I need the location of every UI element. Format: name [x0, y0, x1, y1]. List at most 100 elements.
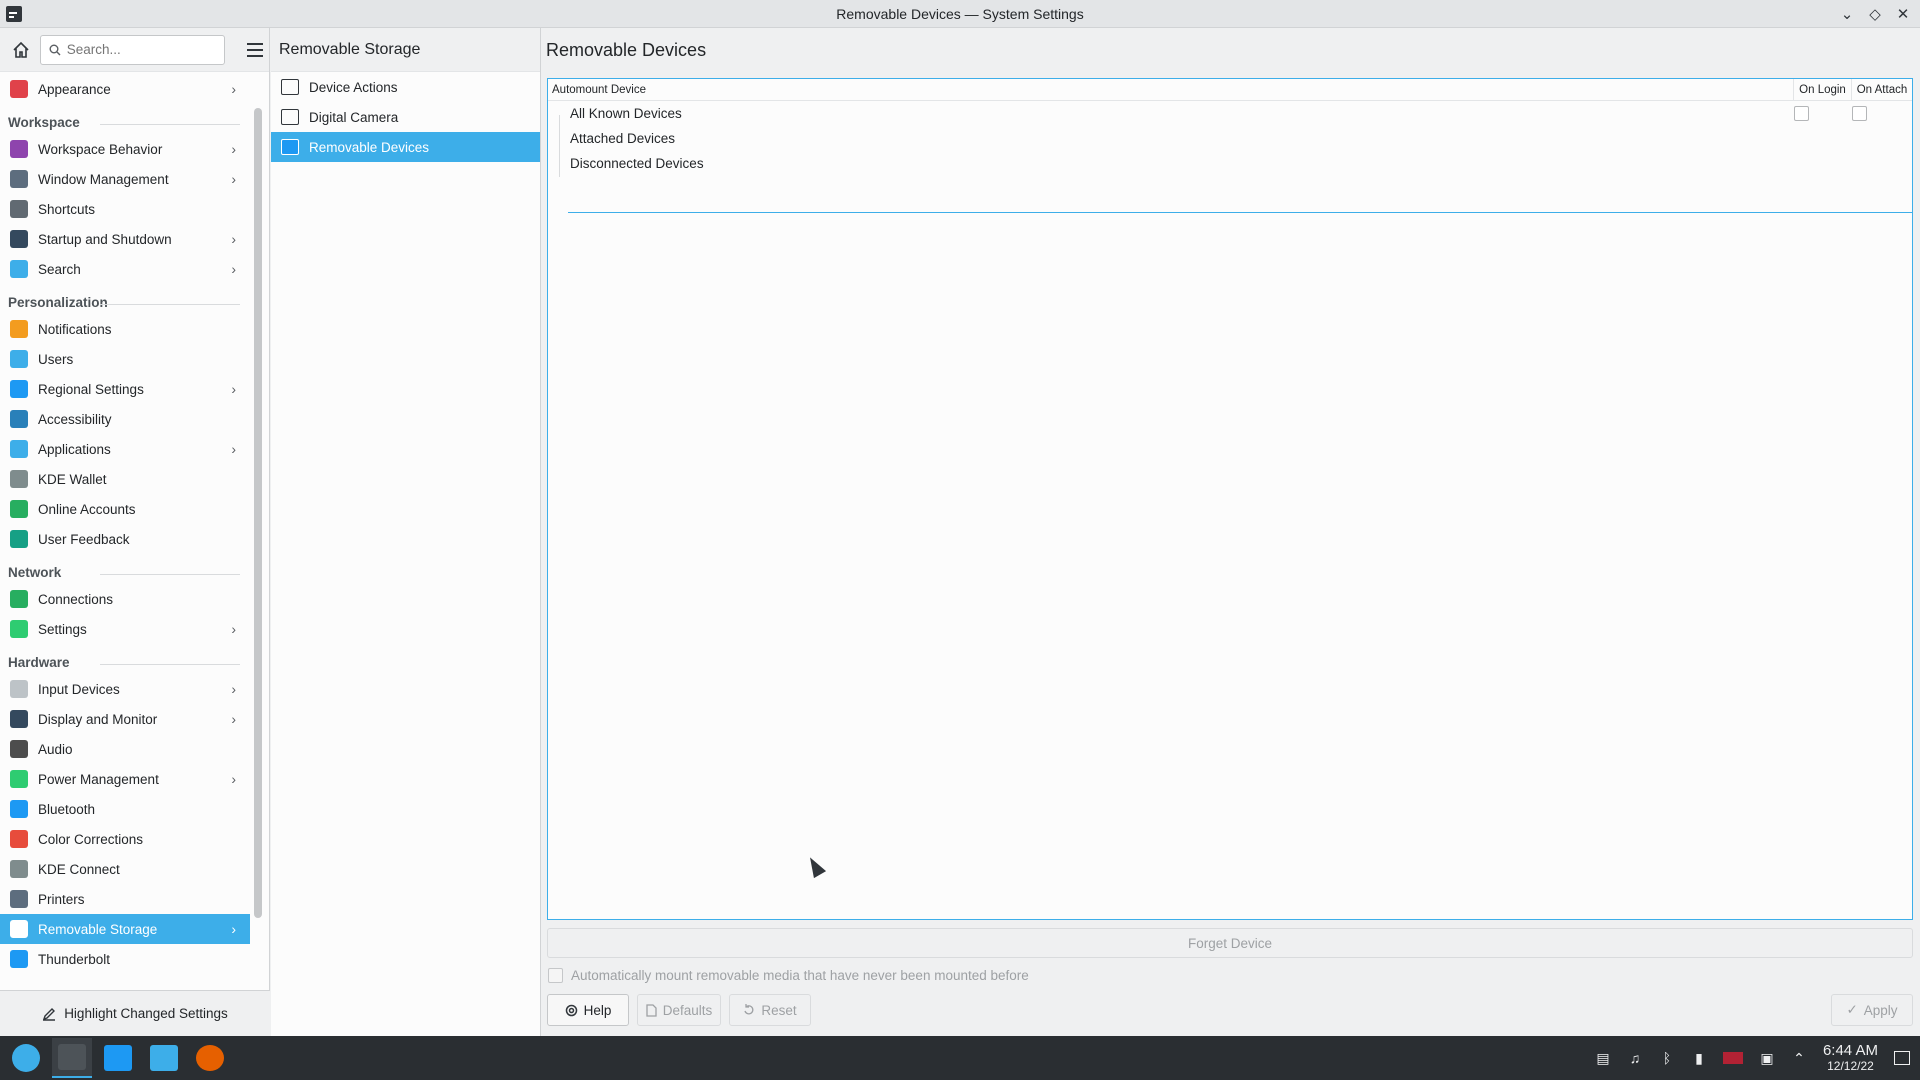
automount-label: Automatically mount removable media that… [571, 968, 1029, 983]
sidebar-item-label: Settings [38, 621, 87, 637]
sidebar-item-label: User Feedback [38, 531, 130, 547]
usb-tray-icon[interactable]: ▮ [1691, 1050, 1707, 1066]
regional-icon [10, 380, 28, 398]
tree-row-label: Disconnected Devices [570, 156, 704, 171]
sidebar-item-input-devices[interactable]: Input Devices › [0, 674, 250, 704]
page-title: Removable Devices [546, 39, 707, 60]
sidebar-item-audio[interactable]: Audio [0, 734, 250, 764]
sidebar-item-display-and-monitor[interactable]: Display and Monitor › [0, 704, 250, 734]
bottom-button-bar: Help Defaults Reset ✓ Apply [547, 994, 1913, 1028]
sidebar-item-workspace-behavior[interactable]: Workspace Behavior › [0, 134, 250, 164]
digital-clock[interactable]: 6:44 AM 12/12/22 [1823, 1043, 1878, 1073]
sidebar-section-hardware: Hardware [0, 644, 250, 674]
online-accounts-icon [10, 500, 28, 518]
chevron-right-icon: › [231, 141, 236, 157]
column-header-automount-device[interactable]: Automount Device [548, 79, 1794, 100]
accessibility-icon [10, 410, 28, 428]
keyboard-layout-icon[interactable] [1722, 1052, 1743, 1064]
system-settings-task-icon[interactable] [52, 1038, 92, 1078]
sidebar-item-bluetooth[interactable]: Bluetooth [0, 794, 250, 824]
sidebar: Appearance›WorkspaceWorkspace Behavior›W… [0, 28, 270, 1036]
clipboard-icon[interactable]: ▤ [1595, 1050, 1611, 1066]
sidebar-item-printers[interactable]: Printers [0, 884, 250, 914]
sidebar-item-thunderbolt[interactable]: Thunderbolt [0, 944, 250, 974]
sidebar-item-window-management[interactable]: Window Management › [0, 164, 250, 194]
sidebar-item-power-management[interactable]: Power Management › [0, 764, 250, 794]
system-settings-app-icon[interactable] [6, 6, 22, 22]
pencil-icon [43, 1007, 56, 1021]
reset-button[interactable]: Reset [729, 994, 811, 1026]
sidebar-item-label: Input Devices [38, 681, 120, 697]
sidebar-item-kde-connect[interactable]: KDE Connect [0, 854, 250, 884]
highlight-changed-settings-label: Highlight Changed Settings [64, 1006, 228, 1021]
subcategory-item-label: Device Actions [309, 79, 398, 95]
sidebar-item-regional-settings[interactable]: Regional Settings › [0, 374, 250, 404]
help-icon [565, 1004, 577, 1016]
sidebar-item-accessibility[interactable]: Accessibility [0, 404, 250, 434]
device-tree[interactable]: Automount Device On Login On Attach All … [547, 78, 1913, 920]
column-header-on-login[interactable]: On Login [1794, 79, 1852, 100]
sidebar-item-search[interactable]: Search › [0, 254, 250, 284]
sidebar-item-user-feedback[interactable]: User Feedback [0, 524, 250, 554]
sidebar-item-connections[interactable]: Connections [0, 584, 250, 614]
forget-device-button[interactable]: Forget Device [547, 928, 1913, 958]
tree-row[interactable]: Attached Devices [548, 126, 1912, 151]
home-icon[interactable] [10, 39, 32, 61]
tree-row[interactable]: All Known Devices [548, 101, 1912, 126]
appearance-icon [10, 80, 28, 98]
maximize-icon[interactable]: ◇ [1866, 4, 1884, 24]
volume-icon[interactable]: ♫ [1627, 1050, 1643, 1066]
on-login-checkbox[interactable] [1794, 106, 1809, 121]
file-manager-icon[interactable] [144, 1038, 184, 1078]
tree-row[interactable]: Disconnected Devices [548, 151, 1912, 176]
application-launcher-icon[interactable] [6, 1038, 46, 1078]
chevron-right-icon: › [231, 681, 236, 697]
document-icon [646, 1003, 657, 1017]
sidebar-item-applications[interactable]: Applications › [0, 434, 250, 464]
search-input[interactable] [66, 42, 217, 57]
automount-checkbox[interactable] [548, 968, 563, 983]
subcategory-item-removable-devices[interactable]: Removable Devices [271, 132, 540, 162]
reset-label: Reset [761, 1002, 797, 1018]
sidebar-item-notifications[interactable]: Notifications [0, 314, 250, 344]
close-icon[interactable]: ✕ [1894, 4, 1912, 24]
sidebar-item-kde-wallet[interactable]: KDE Wallet [0, 464, 250, 494]
sidebar-item-online-accounts[interactable]: Online Accounts [0, 494, 250, 524]
sidebar-item-shortcuts[interactable]: Shortcuts [0, 194, 250, 224]
sidebar-item-removable-storage[interactable]: Removable Storage › [0, 914, 250, 944]
sidebar-item-label: Accessibility [38, 411, 112, 427]
usb-icon [281, 139, 299, 155]
sidebar-item-startup-and-shutdown[interactable]: Startup and Shutdown › [0, 224, 250, 254]
tray-expand-icon[interactable]: ⌃ [1791, 1050, 1807, 1066]
hamburger-menu-icon[interactable] [247, 39, 269, 61]
firefox-icon[interactable] [190, 1038, 230, 1078]
discover-icon[interactable] [98, 1038, 138, 1078]
apply-button[interactable]: ✓ Apply [1831, 994, 1913, 1026]
automount-option[interactable]: Automatically mount removable media that… [548, 968, 1029, 983]
show-desktop-icon[interactable] [1894, 1051, 1910, 1065]
search-field[interactable] [39, 34, 226, 65]
workspace-behavior-icon [10, 140, 28, 158]
minimize-icon[interactable]: ⌄ [1838, 4, 1856, 24]
sidebar-item-label: Startup and Shutdown [38, 231, 172, 247]
bluetooth-tray-icon[interactable]: ᛒ [1659, 1050, 1675, 1066]
on-attach-checkbox[interactable] [1852, 106, 1867, 121]
highlight-changed-settings-button[interactable]: Highlight Changed Settings [0, 990, 270, 1036]
column-header-on-attach[interactable]: On Attach [1852, 79, 1912, 100]
help-button[interactable]: Help [547, 994, 629, 1026]
subcategory-item-digital-camera[interactable]: Digital Camera [271, 102, 540, 132]
window-controls: ⌄ ◇ ✕ [1838, 4, 1912, 24]
sidebar-section-personalization: Personalization [0, 284, 250, 314]
sidebar-item-users[interactable]: Users [0, 344, 250, 374]
network-icon[interactable]: ▣ [1759, 1050, 1775, 1066]
sidebar-item-settings[interactable]: Settings › [0, 614, 250, 644]
defaults-button[interactable]: Defaults [637, 994, 721, 1026]
sidebar-item-color-corrections[interactable]: Color Corrections [0, 824, 250, 854]
sidebar-item-appearance[interactable]: Appearance › [0, 74, 250, 104]
bluetooth-icon [10, 800, 28, 818]
speaker-icon [10, 740, 28, 758]
sidebar-scrollbar[interactable] [254, 108, 262, 918]
sidebar-item-label: KDE Connect [38, 861, 120, 877]
tree-row-label: All Known Devices [570, 106, 682, 121]
subcategory-item-device-actions[interactable]: Device Actions [271, 72, 540, 102]
